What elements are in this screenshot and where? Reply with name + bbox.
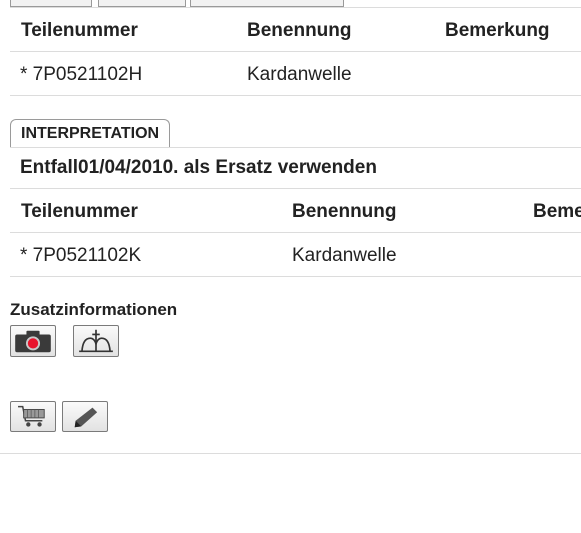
table-row[interactable]: * 7P0521102H Kardanwelle xyxy=(10,52,581,96)
table-row[interactable]: * 7P0521102K Kardanwelle xyxy=(10,233,581,277)
additional-info-title: Zusatzinformationen xyxy=(10,300,178,319)
divider xyxy=(0,453,581,454)
column-header-part-number: Teilenummer xyxy=(21,201,138,222)
column-header-name: Benennung xyxy=(247,20,352,41)
part-number-cell[interactable]: * 7P0521102H xyxy=(20,64,142,86)
table-header: Teilenummer Benennung Beme xyxy=(10,189,581,233)
column-header-name: Benennung xyxy=(292,201,397,222)
column-header-remark: Bemerkung xyxy=(445,20,550,41)
divider xyxy=(10,276,581,277)
exploded-view-icon xyxy=(74,326,118,356)
tab-top-1[interactable] xyxy=(10,0,92,7)
tab-top-2[interactable] xyxy=(98,0,186,7)
column-header-remark: Beme xyxy=(533,201,581,222)
table-header: Teilenummer Benennung Bemerkung xyxy=(10,8,581,52)
part-name-cell: Kardanwelle xyxy=(247,64,352,85)
parts-detail-page: Teilenummer Benennung Bemerkung * 7P0521… xyxy=(0,0,581,533)
part-name-cell: Kardanwelle xyxy=(292,245,397,266)
exploded-view-button[interactable] xyxy=(73,325,119,357)
column-header-part-number: Teilenummer xyxy=(21,20,138,41)
tab-top-3[interactable] xyxy=(190,0,344,7)
shopping-cart-icon xyxy=(11,402,55,431)
part-number-cell[interactable]: * 7P0521102K xyxy=(20,245,141,267)
interpretation-note: Entfall01/04/2010. als Ersatz verwenden xyxy=(20,157,377,178)
camera-icon xyxy=(11,326,55,356)
add-to-cart-button[interactable] xyxy=(10,401,56,432)
divider xyxy=(10,95,581,96)
camera-button[interactable] xyxy=(10,325,56,357)
tab-interpretation[interactable]: INTERPRETATION xyxy=(10,119,171,147)
divider xyxy=(10,147,581,148)
pencil-icon xyxy=(63,402,107,431)
edit-button[interactable] xyxy=(62,401,108,432)
